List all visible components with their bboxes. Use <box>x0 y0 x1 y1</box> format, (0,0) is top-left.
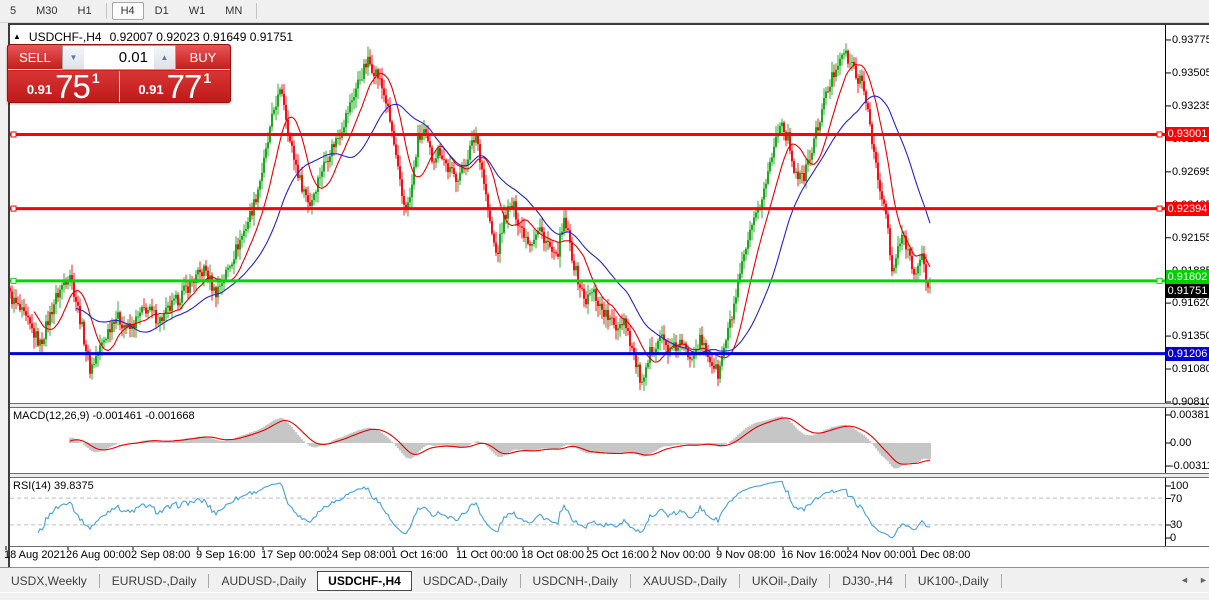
sell-price-prefix: 0.91 <box>27 82 52 97</box>
rsi-bottom-border <box>10 546 1209 547</box>
price-tick-label: 0.93235 <box>1172 100 1209 112</box>
chart-tab-usdcad-daily[interactable]: USDCAD-,Daily <box>412 572 519 590</box>
price-tick-label: 0.91350 <box>1172 330 1209 342</box>
volume-input[interactable] <box>84 46 154 69</box>
chart-tab-uk100-daily[interactable]: UK100-,Daily <box>907 572 1000 590</box>
volume-decrease-button[interactable]: ▼ <box>63 46 84 69</box>
time-axis-label: 26 Aug 00:00 <box>66 549 131 561</box>
price-label-resistance: 0.93001 <box>1166 127 1209 141</box>
price-tick-label: 0.91080 <box>1172 363 1209 375</box>
sell-price-big-digits: 75 <box>55 74 90 100</box>
time-axis-label: 17 Sep 00:00 <box>261 549 326 561</box>
tab-separator <box>208 574 209 588</box>
timeframe-button-h1[interactable]: H1 <box>69 2 101 20</box>
timeframe-button-mn[interactable]: MN <box>216 2 251 20</box>
timeframe-button-w1[interactable]: W1 <box>180 2 215 20</box>
tab-separator <box>520 574 521 588</box>
one-click-trading-panel: SELL ▼ ▲ BUY 0.91 75 1 0.91 77 1 <box>7 44 231 103</box>
time-axis-label: 9 Nov 08:00 <box>716 549 775 561</box>
buy-price-prefix: 0.91 <box>138 82 163 97</box>
chart-tab-ukoil-daily[interactable]: UKOil-,Daily <box>741 572 828 590</box>
time-axis-label: 18 Oct 08:00 <box>521 549 584 561</box>
timeframe-button-d1[interactable]: D1 <box>146 2 178 20</box>
tabs-scroll-right-icon[interactable]: ► <box>1199 575 1208 585</box>
chart-symbol-label: USDCHF-,H4 <box>29 30 102 44</box>
time-axis-label: 24 Nov 00:00 <box>846 549 911 561</box>
timeframe-toolbar: 5M30H1 H4D1W1MN <box>0 0 1209 23</box>
chart-tab-bar: USDX,WeeklyEURUSD-,DailyAUDUSD-,DailyUSD… <box>0 567 1209 593</box>
chart-ohlc-values: 0.92007 0.92023 0.91649 0.91751 <box>110 30 294 44</box>
buy-button[interactable]: BUY <box>176 45 230 70</box>
sell-price-pip-digit: 1 <box>92 70 100 86</box>
macd-indicator-label: MACD(12,26,9) -0.001461 -0.001668 <box>13 410 195 422</box>
chart-tab-usdx-weekly[interactable]: USDX,Weekly <box>0 572 98 590</box>
main-macd-divider[interactable] <box>10 403 1209 408</box>
chart-tab-eurusd-daily[interactable]: EURUSD-,Daily <box>101 572 208 590</box>
price-tick-label: 0.92155 <box>1172 232 1209 244</box>
buy-price-pip-digit: 1 <box>203 70 211 86</box>
rsi-axis-label: 100 <box>1170 480 1188 492</box>
time-axis-label: 9 Sep 16:00 <box>196 549 255 561</box>
time-axis-label: 16 Nov 16:00 <box>781 549 846 561</box>
sell-price-display[interactable]: 0.91 75 1 <box>8 71 120 102</box>
macd-rsi-divider[interactable] <box>10 473 1209 478</box>
rsi-axis-label: 30 <box>1170 519 1182 531</box>
chart-tab-usdchf-h4[interactable]: USDCHF-,H4 <box>317 571 412 591</box>
time-axis-label: 11 Oct 00:00 <box>456 549 518 561</box>
toolbar-separator <box>106 3 107 19</box>
status-strip <box>0 592 1209 600</box>
rsi-indicator-label: RSI(14) 39.8375 <box>13 480 94 492</box>
buy-price-display[interactable]: 0.91 77 1 <box>120 71 231 102</box>
chart-title: ▲ USDCHF-,H4 0.92007 0.92023 0.91649 0.9… <box>13 30 293 44</box>
volume-spinner: ▼ ▲ <box>62 45 176 70</box>
price-label-current-price: 0.91751 <box>1166 284 1209 298</box>
tab-separator <box>829 574 830 588</box>
price-label-support: 0.91206 <box>1166 347 1209 361</box>
macd-axis-label: 0.00 <box>1170 437 1191 449</box>
time-axis-label: 25 Oct 16:00 <box>586 549 649 561</box>
tab-separator <box>739 574 740 588</box>
tab-separator <box>630 574 631 588</box>
price-tick-label: 0.93775 <box>1172 34 1209 46</box>
time-axis-label: 1 Oct 16:00 <box>391 549 448 561</box>
timeframe-button-h4[interactable]: H4 <box>112 2 144 20</box>
chart-tab-audusd-daily[interactable]: AUDUSD-,Daily <box>210 572 317 590</box>
chart-tab-dj30-h4[interactable]: DJ30-,H4 <box>831 572 904 590</box>
price-tick-label: 0.92695 <box>1172 166 1209 178</box>
buy-price-big-digits: 77 <box>167 74 202 100</box>
sell-button[interactable]: SELL <box>8 45 62 70</box>
price-label-support: 0.91802 <box>1166 270 1209 284</box>
tab-separator <box>905 574 906 588</box>
trade-panel-top-row: SELL ▼ ▲ BUY <box>8 45 230 70</box>
time-axis-label: 2 Nov 00:00 <box>651 549 710 561</box>
tab-separator <box>1001 574 1002 588</box>
rsi-axis-label: 70 <box>1170 493 1182 505</box>
collapse-panel-icon[interactable]: ▲ <box>13 32 21 42</box>
trading-terminal: 5M30H1 H4D1W1MN ▲ USDCHF-,H4 0.92007 0.92… <box>0 0 1209 600</box>
trade-panel-price-row: 0.91 75 1 0.91 77 1 <box>8 71 230 102</box>
macd-axis-label: 0.003811 <box>1170 409 1209 421</box>
time-axis-label: 24 Sep 08:00 <box>326 549 391 561</box>
toolbar-separator <box>256 3 257 19</box>
price-tick-label: 0.90810 <box>1172 396 1209 408</box>
tabs-scroll-left-icon[interactable]: ◄ <box>1180 575 1189 585</box>
chart-tab-xauusd-daily[interactable]: XAUUSD-,Daily <box>632 572 738 590</box>
time-axis-label: 18 Aug 2021 <box>4 549 66 561</box>
macd-axis-label: -0.003115 <box>1170 460 1209 472</box>
time-axis-label: 1 Dec 08:00 <box>911 549 970 561</box>
price-tick-label: 0.93505 <box>1172 67 1209 79</box>
volume-increase-button[interactable]: ▲ <box>154 46 175 69</box>
tab-separator <box>99 574 100 588</box>
price-label-resistance: 0.92394 <box>1166 202 1209 216</box>
chart-tab-usdcnh-daily[interactable]: USDCNH-,Daily <box>522 572 629 590</box>
timeframe-button-5[interactable]: 5 <box>1 2 25 20</box>
time-axis-label: 2 Sep 08:00 <box>131 549 190 561</box>
timeframe-button-m30[interactable]: M30 <box>27 2 66 20</box>
price-tick-label: 0.91620 <box>1172 297 1209 309</box>
rsi-axis-label: 0 <box>1170 532 1176 544</box>
